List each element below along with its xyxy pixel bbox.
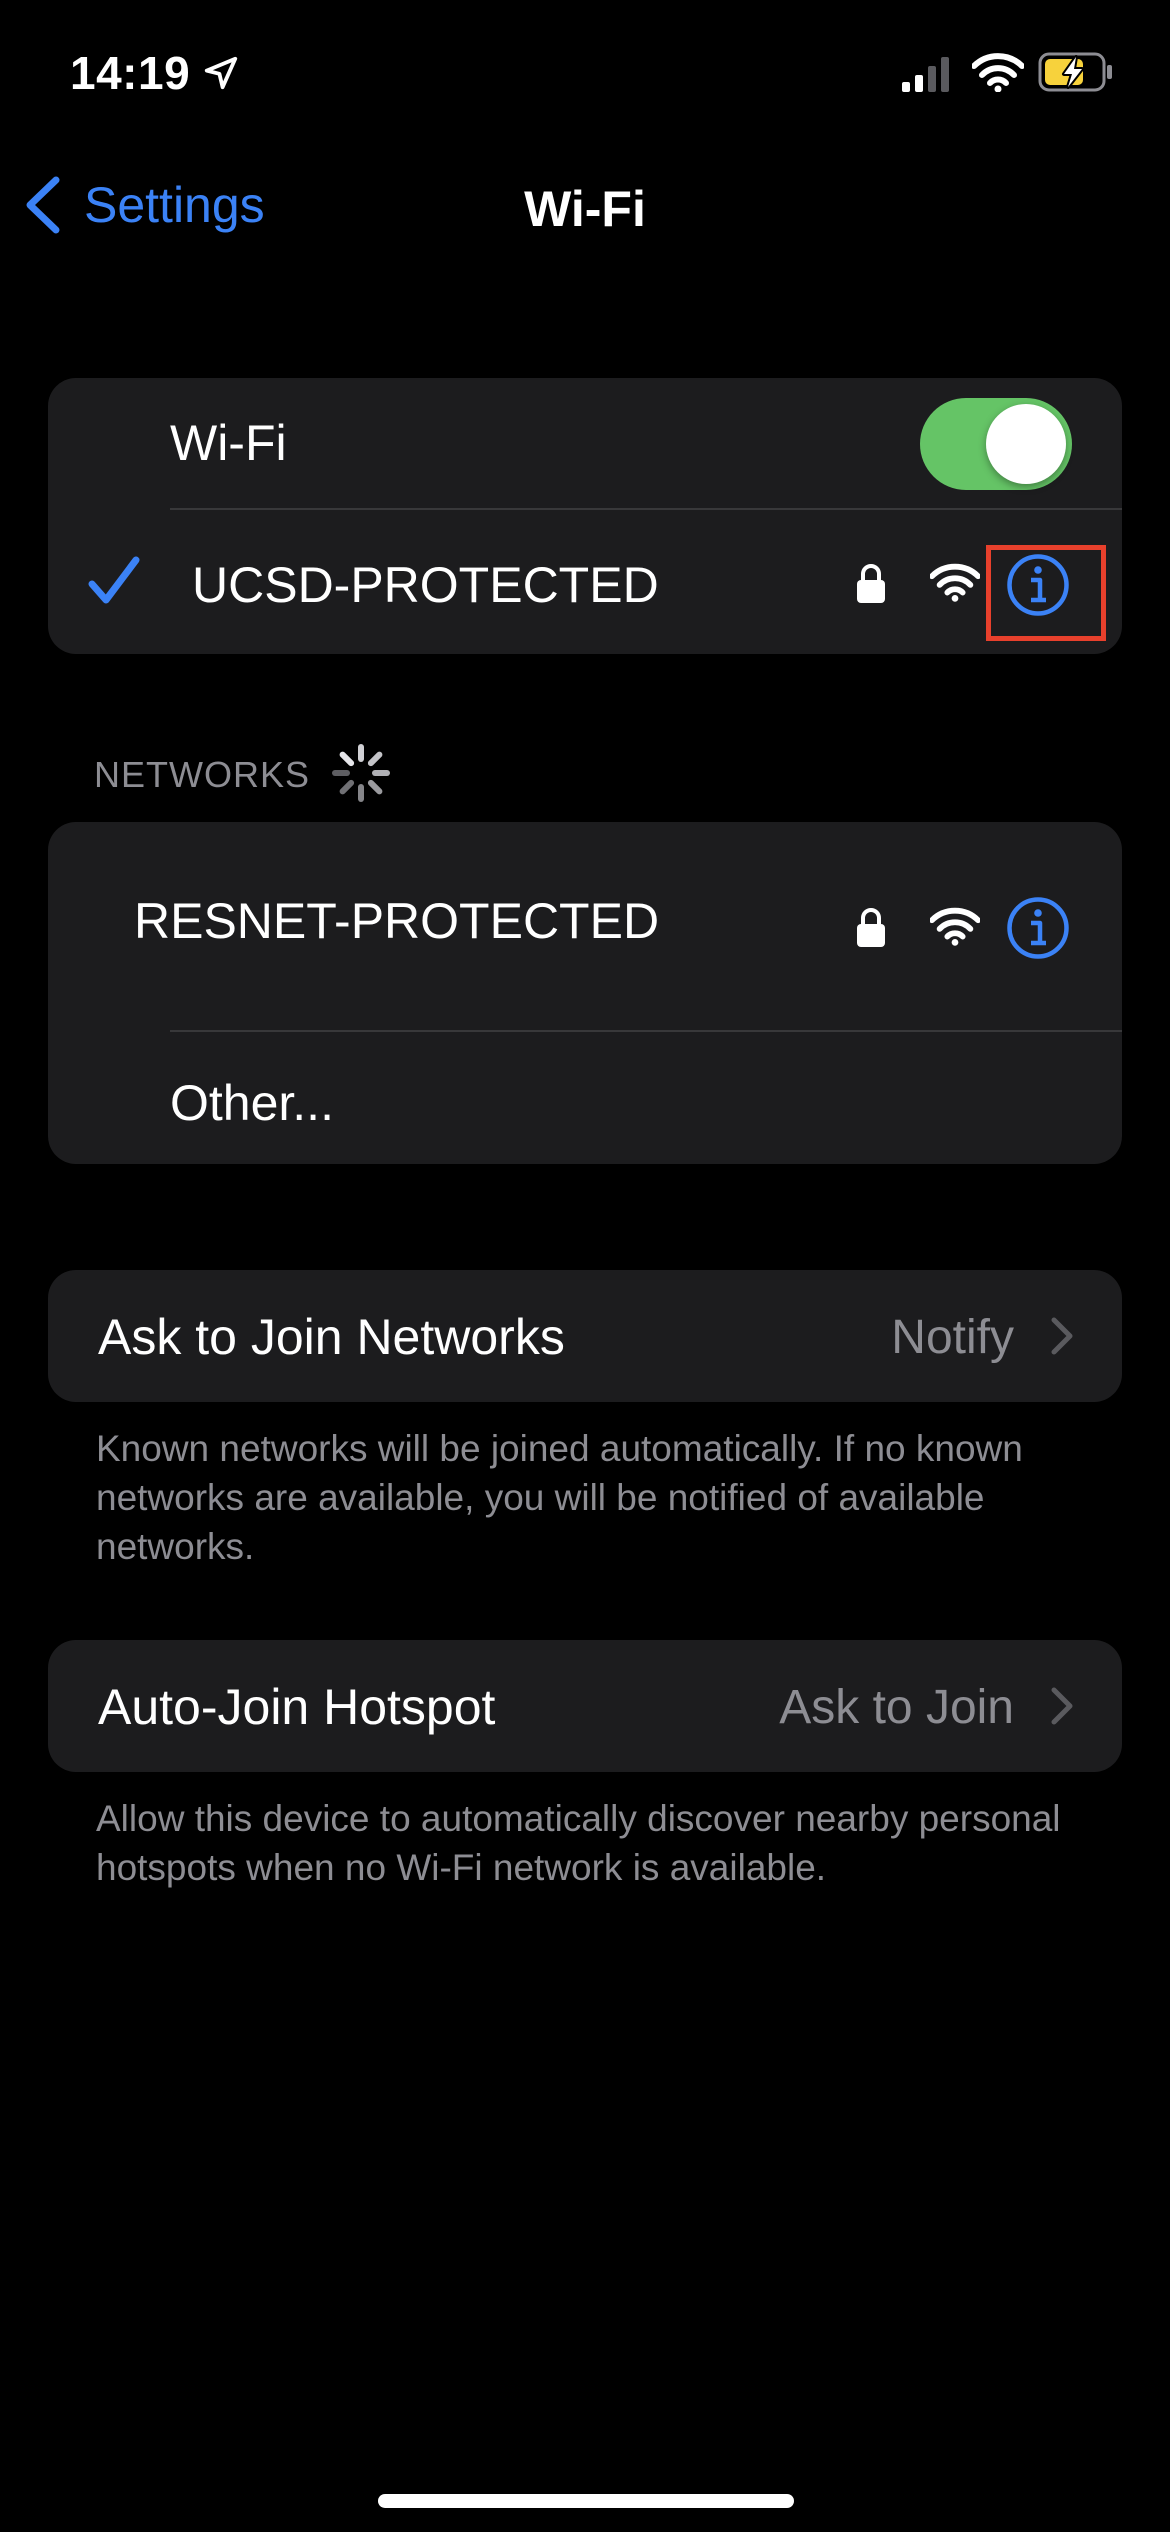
checkmark-icon bbox=[88, 556, 140, 604]
toggle-knob bbox=[986, 404, 1066, 484]
auto-join-hotspot-footnote: Allow this device to automatically disco… bbox=[96, 1798, 1061, 1888]
loading-spinner-icon bbox=[332, 744, 390, 802]
battery-charging-icon bbox=[1038, 52, 1112, 92]
info-button-highlight bbox=[986, 545, 1106, 641]
auto-join-hotspot-row[interactable]: Auto-Join Hotspot Ask to Join bbox=[48, 1640, 1122, 1772]
wifi-toggle[interactable] bbox=[920, 398, 1072, 490]
location-arrow-icon bbox=[204, 56, 238, 90]
wifi-status-icon bbox=[972, 53, 1024, 92]
ask-to-join-label: Ask to Join Networks bbox=[98, 1309, 565, 1365]
page-title: Wi-Fi bbox=[524, 181, 646, 237]
wifi-strength-icon bbox=[930, 907, 980, 946]
lock-icon bbox=[857, 564, 885, 603]
network-other[interactable]: Other... bbox=[170, 1074, 334, 1132]
row-separator bbox=[170, 1030, 1122, 1032]
home-indicator[interactable] bbox=[378, 2494, 794, 2508]
connected-network-name[interactable]: UCSD-PROTECTED bbox=[192, 556, 812, 614]
status-time: 14:19 bbox=[70, 47, 191, 99]
ask-to-join-footnote: Known networks will be joined automatica… bbox=[96, 1428, 1023, 1567]
wifi-strength-icon bbox=[930, 563, 980, 602]
chevron-right-icon bbox=[1051, 1687, 1073, 1725]
ask-to-join-value: Notify bbox=[891, 1311, 1014, 1364]
wifi-toggle-label: Wi-Fi bbox=[170, 415, 287, 471]
network-name-resnet[interactable]: RESNET-PROTECTED bbox=[134, 892, 774, 950]
cellular-signal-icon bbox=[902, 57, 949, 92]
ask-to-join-row[interactable]: Ask to Join Networks Notify bbox=[48, 1270, 1122, 1402]
lock-icon bbox=[857, 908, 885, 947]
info-icon[interactable] bbox=[1006, 896, 1070, 960]
auto-join-hotspot-value: Ask to Join bbox=[779, 1681, 1014, 1734]
chevron-right-icon bbox=[1051, 1317, 1073, 1355]
networks-section-header: NETWORKS bbox=[94, 754, 311, 795]
row-separator bbox=[170, 508, 1122, 510]
auto-join-hotspot-label: Auto-Join Hotspot bbox=[98, 1679, 496, 1735]
